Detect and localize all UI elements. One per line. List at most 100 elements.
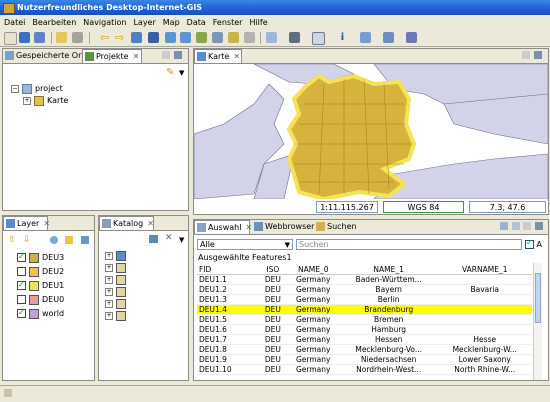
search-tool-icon[interactable] bbox=[266, 32, 277, 43]
layer-options-icon[interactable] bbox=[81, 236, 89, 244]
promote-icon[interactable] bbox=[512, 222, 520, 230]
catalog-item[interactable]: +/C:/Dokumente un bbox=[105, 262, 187, 273]
catalog-item[interactable]: +/C:/Dokumente un bbox=[105, 286, 187, 297]
expand-icon[interactable]: + bbox=[105, 251, 113, 260]
menu-data[interactable]: Data bbox=[184, 16, 209, 29]
zoom-selection-icon[interactable] bbox=[212, 32, 223, 43]
minimize-icon[interactable] bbox=[523, 222, 531, 230]
expand-icon[interactable]: + bbox=[105, 263, 113, 272]
edit-icon[interactable] bbox=[228, 32, 239, 43]
table-row[interactable]: DEU1.3 DEU Germany Berlin bbox=[197, 294, 532, 305]
column-header-iso[interactable]: ISO bbox=[259, 265, 287, 275]
layer-visibility-checkbox[interactable] bbox=[17, 251, 26, 262]
menu-bearbeiten[interactable]: Bearbeiten bbox=[29, 16, 79, 29]
table-row[interactable]: DEU1.5 DEU Germany Bremen bbox=[197, 314, 532, 325]
scrollbar-thumb[interactable] bbox=[535, 273, 541, 323]
layer-item[interactable]: DEU1 bbox=[17, 279, 64, 291]
tab-search[interactable]: Suchen bbox=[314, 220, 362, 233]
tab-saved-places[interactable]: Gespeicherte Orte bbox=[3, 49, 89, 62]
close-icon[interactable]: ✕ bbox=[43, 219, 50, 228]
tab-projects[interactable]: Projekte ✕ bbox=[82, 49, 142, 63]
draw-shape-icon[interactable] bbox=[383, 32, 394, 43]
table-row[interactable]: DEU1.9 DEU Germany Niedersachsen Lower Saxon… bbox=[197, 354, 532, 365]
layer-item[interactable]: DEU2 bbox=[17, 266, 64, 277]
export-icon[interactable] bbox=[500, 222, 508, 230]
layer-visibility-checkbox[interactable] bbox=[17, 307, 26, 318]
chevron-down-icon[interactable]: ▼ bbox=[179, 69, 184, 77]
tab-webbrowser[interactable]: Webbrowser bbox=[252, 220, 314, 233]
chevron-down-icon[interactable]: ▼ bbox=[179, 236, 184, 244]
column-header-varname_1[interactable]: VARNAME_1 bbox=[437, 265, 532, 275]
layer-tool-icon[interactable] bbox=[406, 32, 417, 43]
menu-hilfe[interactable]: Hilfe bbox=[246, 16, 270, 29]
tree-project[interactable]: − project bbox=[11, 83, 63, 94]
back-icon[interactable]: ⇦ bbox=[100, 32, 111, 43]
tab-catalog[interactable]: Katalog ✕ bbox=[99, 216, 154, 230]
save-icon[interactable] bbox=[19, 32, 30, 43]
expand-icon[interactable]: + bbox=[105, 275, 113, 284]
zoom-in-icon[interactable] bbox=[165, 32, 176, 43]
status-icon[interactable] bbox=[4, 389, 12, 397]
menu-layer[interactable]: Layer bbox=[130, 16, 158, 29]
table-row[interactable]: DEU1.10 DEU Germany Nordrhein-West... North … bbox=[197, 364, 532, 375]
zoom-layer-icon[interactable] bbox=[196, 32, 207, 43]
print-icon[interactable] bbox=[72, 32, 83, 43]
remove-icon[interactable]: ✕ bbox=[165, 233, 173, 243]
column-header-name_1[interactable]: NAME_1 bbox=[339, 265, 438, 275]
forward-icon[interactable]: ⇨ bbox=[115, 32, 126, 43]
maximize-icon[interactable] bbox=[535, 222, 543, 230]
new-icon[interactable] bbox=[4, 32, 17, 45]
tree-map[interactable]: + Karte bbox=[23, 95, 68, 106]
close-icon[interactable]: ✕ bbox=[133, 52, 140, 61]
tab-selection[interactable]: Auswahl ✕ bbox=[194, 220, 252, 234]
germany-selection[interactable] bbox=[286, 73, 417, 199]
select-icon[interactable] bbox=[312, 32, 325, 45]
table-row[interactable]: DEU1.7 DEU Germany Hessen Hesse bbox=[197, 334, 532, 345]
menu-datei[interactable]: Datei bbox=[1, 16, 28, 29]
grid-icon[interactable] bbox=[289, 32, 300, 43]
table-row[interactable]: DEU1.4 DEU Germany Brandenburg bbox=[197, 304, 532, 315]
layer-item[interactable]: DEU3 bbox=[17, 251, 64, 263]
filter-select[interactable]: Alle ▼ bbox=[197, 239, 293, 250]
full-extent-icon[interactable] bbox=[148, 32, 159, 43]
minimize-icon[interactable] bbox=[162, 51, 170, 59]
layer-visibility-checkbox[interactable] bbox=[17, 279, 26, 290]
down-arrow-icon[interactable]: ⇩ bbox=[23, 235, 31, 245]
menu-fenster[interactable]: Fenster bbox=[210, 16, 246, 29]
expand-icon[interactable]: + bbox=[105, 287, 113, 296]
catalog-item[interactable]: +/C:/Dokumente un bbox=[105, 274, 187, 285]
crs-readout[interactable]: WGS 84 bbox=[383, 201, 464, 213]
catalog-item[interactable]: +/C:/mlend/coding/ bbox=[105, 310, 187, 321]
minimize-icon[interactable] bbox=[522, 51, 530, 59]
map-canvas[interactable] bbox=[194, 64, 548, 199]
table-row[interactable]: DEU1.1 DEU Germany Baden-Württem... bbox=[197, 274, 532, 285]
zoom-out-icon[interactable] bbox=[180, 32, 191, 43]
expand-icon[interactable]: + bbox=[105, 311, 113, 320]
save-all-icon[interactable] bbox=[34, 32, 45, 43]
maximize-icon[interactable] bbox=[534, 51, 542, 59]
close-icon[interactable]: ✕ bbox=[147, 219, 154, 228]
layer-item[interactable]: world bbox=[17, 307, 64, 319]
pan-icon[interactable] bbox=[131, 32, 142, 43]
menu-navigation[interactable]: Navigation bbox=[80, 16, 129, 29]
draw-line-icon[interactable] bbox=[360, 32, 371, 43]
import-icon[interactable] bbox=[149, 235, 158, 243]
layer-visibility-checkbox[interactable] bbox=[17, 295, 26, 304]
column-header-fid[interactable]: FID bbox=[197, 265, 259, 275]
maximize-icon[interactable] bbox=[174, 51, 182, 59]
map-svg[interactable] bbox=[194, 64, 548, 199]
catalog-item[interactable]: +Kartengrafiken bbox=[105, 250, 187, 261]
column-header-name_0[interactable]: NAME_0 bbox=[286, 265, 340, 275]
tab-layer[interactable]: Layer ✕ bbox=[3, 216, 50, 230]
tab-map[interactable]: Karte ✕ bbox=[194, 49, 242, 63]
open-icon[interactable] bbox=[56, 32, 67, 43]
catalog-item[interactable]: +/C:/Dokumente un bbox=[105, 298, 187, 309]
close-icon[interactable]: ✕ bbox=[233, 52, 240, 61]
table-row[interactable]: DEU1.6 DEU Germany Hamburg bbox=[197, 324, 532, 335]
zoom-layer-icon[interactable] bbox=[50, 236, 58, 244]
search-input[interactable]: Suchen bbox=[296, 239, 522, 250]
table-row[interactable]: DEU1.2 DEU Germany Bayern Bavaria bbox=[197, 284, 532, 295]
expand-icon[interactable]: + bbox=[105, 299, 113, 308]
menu-map[interactable]: Map bbox=[160, 16, 183, 29]
layer-visibility-checkbox[interactable] bbox=[17, 267, 26, 276]
